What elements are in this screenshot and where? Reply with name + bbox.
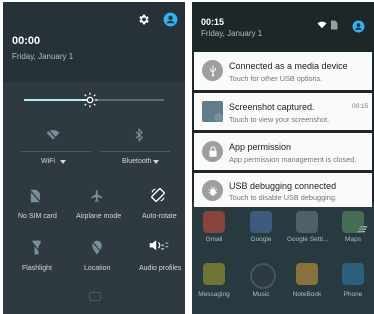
notification-title: USB debugging connected xyxy=(229,181,337,191)
brightness-fill xyxy=(24,99,90,101)
lock-icon xyxy=(202,141,223,162)
brightness-sun-icon[interactable] xyxy=(82,92,98,113)
auto-rotate-icon[interactable] xyxy=(150,187,166,203)
notification-screenshot[interactable]: Screenshot captured. Touch to view your … xyxy=(194,93,372,130)
tile-label-location[interactable]: Location xyxy=(84,265,110,272)
location-icon[interactable] xyxy=(91,240,107,256)
bottom-handle-icon xyxy=(89,292,101,301)
settings-gear-icon[interactable] xyxy=(137,13,150,26)
notification-usb-debugging[interactable]: USB debugging connected Touch to disable… xyxy=(194,173,372,207)
wifi-dropdown-icon[interactable] xyxy=(60,160,66,164)
notification-title: Screenshot captured. xyxy=(229,102,315,112)
music-icon[interactable] xyxy=(250,263,276,289)
tile-label-flashlight[interactable]: Flashlight xyxy=(22,265,52,272)
notification-title: App permission xyxy=(229,142,292,152)
screenshot-thumbnail xyxy=(202,101,223,122)
status-time: 00:15 xyxy=(201,17,225,27)
bluetooth-dropdown-icon[interactable] xyxy=(153,160,159,164)
google-settings-icon[interactable] xyxy=(296,211,318,233)
audio-profiles-icon[interactable] xyxy=(149,238,169,254)
app-label[interactable]: Phone xyxy=(333,291,373,298)
date-label: Friday, January 1 xyxy=(12,52,74,61)
notification-usb-media[interactable]: Connected as a media device Touch for ot… xyxy=(194,52,372,90)
app-label[interactable]: Gmail xyxy=(194,236,234,243)
notification-panel: 00:15 Friday, January 1 Connected as a m… xyxy=(192,2,374,314)
notification-subtitle: Touch for other USB options. xyxy=(229,74,323,83)
tile-label-auto-rotate[interactable]: Auto-rotate xyxy=(142,213,177,220)
notification-subtitle: App permission management is closed. xyxy=(229,155,357,164)
bluetooth-label[interactable]: Bluetooth xyxy=(122,158,152,165)
account-icon[interactable] xyxy=(163,12,178,27)
app-label[interactable]: NoteBook xyxy=(287,291,327,298)
gmail-icon[interactable] xyxy=(203,211,225,233)
app-label[interactable]: Google xyxy=(241,236,281,243)
notification-title: Connected as a media device xyxy=(229,61,348,71)
brightness-slider[interactable] xyxy=(24,92,164,108)
wifi-off-icon[interactable] xyxy=(46,129,60,141)
tile-label-audio-profiles[interactable]: Audio profiles xyxy=(139,265,181,272)
no-sim-status-icon xyxy=(330,20,338,30)
flashlight-icon[interactable] xyxy=(31,240,47,256)
status-date: Friday, January 1 xyxy=(201,29,263,38)
bug-icon xyxy=(202,180,223,201)
wifi-signal-icon xyxy=(317,21,327,29)
notebook-icon[interactable] xyxy=(296,263,318,285)
account-icon[interactable] xyxy=(352,20,365,33)
maps-icon[interactable] xyxy=(342,211,364,233)
wifi-divider xyxy=(21,151,91,152)
notification-app-permission[interactable]: App permission App permission management… xyxy=(194,133,372,170)
app-label[interactable]: Music xyxy=(241,291,281,298)
app-label[interactable]: Google Setti... xyxy=(287,236,328,243)
app-label[interactable]: Messaging xyxy=(194,291,234,298)
airplane-icon[interactable] xyxy=(90,189,106,205)
tile-label-no-sim[interactable]: No SIM card xyxy=(18,213,57,220)
phone-icon[interactable] xyxy=(342,263,364,285)
quick-settings-panel: 00:00 Friday, January 1 WiFi Bluetooth N… xyxy=(3,2,185,314)
no-sim-icon[interactable] xyxy=(28,189,45,205)
tile-label-airplane[interactable]: Airplane mode xyxy=(76,213,121,220)
app-label[interactable]: Maps xyxy=(333,236,373,243)
google-icon[interactable] xyxy=(250,211,272,233)
bluetooth-off-icon[interactable] xyxy=(134,128,144,142)
usb-icon xyxy=(202,60,223,81)
messaging-icon[interactable] xyxy=(203,263,225,285)
notification-time: 00:15 xyxy=(352,103,369,110)
bluetooth-divider xyxy=(100,151,170,152)
screenshot-badge-icon xyxy=(214,113,223,122)
notification-subtitle: Touch to view your screenshot. xyxy=(229,115,330,124)
clock-time: 00:00 xyxy=(12,35,41,47)
notification-subtitle: Touch to disable USB debugging. xyxy=(229,193,337,202)
wifi-label[interactable]: WiFi xyxy=(41,158,55,165)
